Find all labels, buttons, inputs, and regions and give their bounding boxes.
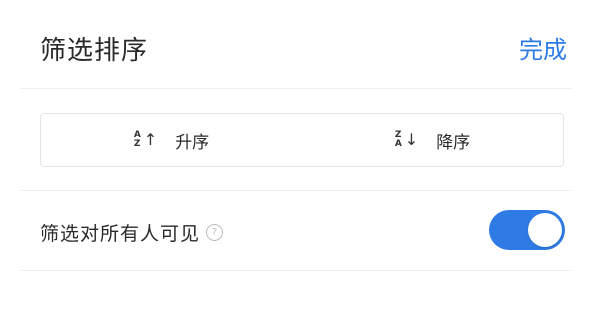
visibility-label: 筛选对所有人可见	[40, 222, 201, 245]
header-divider	[20, 88, 571, 89]
help-circle-icon[interactable]: ?	[206, 223, 224, 241]
sort-descending-icon: Z A ↓	[394, 130, 419, 149]
sort-descending-label: 降序	[436, 132, 471, 153]
sort-ascending-label: 升序	[175, 132, 210, 153]
visibility-toggle[interactable]	[489, 210, 565, 250]
done-button[interactable]: 完成	[519, 30, 567, 65]
panel-title: 筛选排序	[40, 36, 149, 66]
sort-ascending-icon: A Z ↑	[133, 130, 158, 149]
filter-sort-panel: 筛选排序 完成 A Z ↑ 升序 Z A ↓ 降序 筛选对所有人可见 ?	[0, 0, 591, 310]
sort-order-segment: A Z ↑ 升序 Z A ↓ 降序	[40, 113, 564, 167]
row-divider	[20, 270, 571, 271]
panel-header: 筛选排序 完成	[0, 0, 591, 90]
sort-ascending-option[interactable]: A Z ↑ 升序	[41, 114, 302, 166]
toggle-knob	[528, 213, 562, 247]
sort-divider	[20, 190, 571, 191]
sort-descending-option[interactable]: Z A ↓ 降序	[302, 114, 563, 166]
visibility-row: 筛选对所有人可见 ?	[40, 200, 565, 264]
